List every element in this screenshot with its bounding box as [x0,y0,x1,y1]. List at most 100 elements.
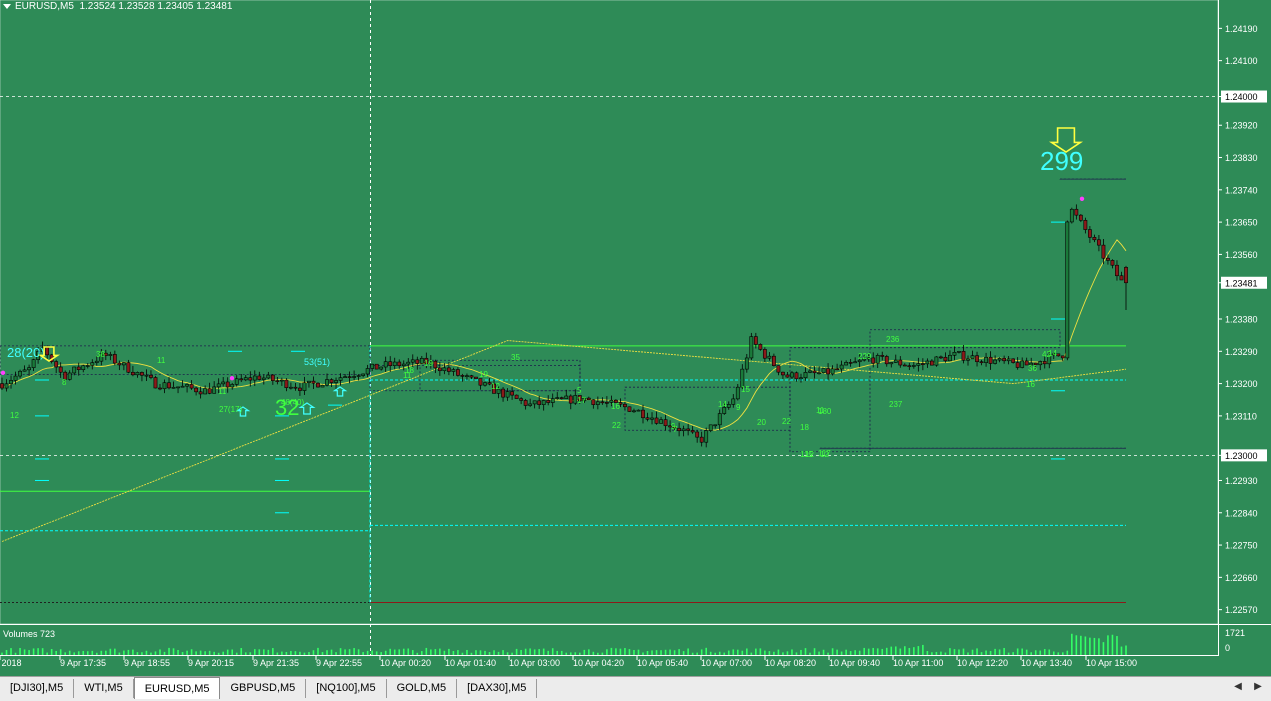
candle-body [1016,363,1019,368]
time-tick-label: 10 Apr 12:20 [957,658,1008,668]
candle-body [849,362,852,363]
candle-body [321,385,324,387]
candle-body [443,368,446,371]
candle-body [334,380,337,382]
signal-dot [230,376,234,380]
candle-body [389,362,392,366]
candle-body [366,369,369,374]
candle-body [384,362,387,367]
candle-body [804,372,807,377]
trading-terminal: 2993228(20)53(51)38118121127(17)48(40)19… [0,0,1271,700]
candle-body [682,429,685,431]
candle-body [795,373,798,379]
candle-body [154,378,157,388]
candle-body [510,392,513,395]
candle-body [271,375,274,381]
price-tick-label: 1.23650 [1225,218,1258,228]
candle-body [565,396,568,399]
candle-body [32,360,35,368]
candle-body [1039,361,1042,364]
candle-body [307,381,310,383]
candle-body [687,429,690,431]
tab-eurusd-m5[interactable]: EURUSD,M5 [134,677,221,699]
candle-body [149,375,152,377]
candle-body [678,428,681,430]
swing-count-label: 237 [889,400,903,409]
candle-body [705,431,708,443]
price-tick-label: 1.23290 [1225,347,1258,357]
time-tick-label: 10 Apr 01:40 [445,658,496,668]
candle-body [343,377,346,378]
candle-body [1070,209,1073,222]
candle-body [1084,220,1087,229]
swing-count-label: 7 [673,425,678,434]
swing-count-label: 38 [96,350,105,359]
tab-gbpusd-m5[interactable]: GBPUSD,M5 [220,679,306,698]
candle-body [0,384,3,388]
tab-dji30-m5[interactable]: [DJI30],M5 [0,679,74,698]
candle-body [876,355,879,363]
candle-body [754,337,757,345]
candle-body [73,367,76,373]
time-tick-label: 9 Apr 17:35 [60,658,106,668]
candle-body [420,358,423,363]
candle-body [1007,359,1010,361]
swing-count-label: 11 [157,356,166,365]
price-tick-label: 1.23380 [1225,315,1258,325]
swing-count-label: 229 [858,352,872,361]
price-tick-label: 1.23740 [1225,185,1258,195]
candle-body [971,356,974,359]
tab-gold-m5[interactable]: GOLD,M5 [387,679,458,698]
candle-body [267,375,270,378]
candle-body [817,373,820,374]
tab-nq100-m5[interactable]: [NQ100],M5 [306,679,386,698]
price-tick-label: 1.22570 [1225,605,1258,615]
candle-body [1111,260,1114,265]
time-tick-label: 10 Apr 11:00 [893,658,943,668]
count-label-small: 28(20) [7,345,45,360]
candle-body [894,360,897,362]
candle-body [1106,258,1109,260]
candle-body [461,375,464,376]
candle-body [813,371,816,373]
candle-body [596,402,599,405]
swing-count-label: 8 [62,378,67,387]
tab-dax30-m5[interactable]: [DAX30],M5 [457,679,537,698]
candle-body [1012,359,1015,363]
candle-body [1079,215,1082,220]
dropdown-triangle-icon[interactable] [3,4,11,9]
swing-count-label: 14 [1048,349,1057,358]
candle-body [957,351,960,352]
swing-count-label: 18 [405,366,414,375]
price-chart[interactable]: 2993228(20)53(51)38118121127(17)48(40)19… [0,0,1271,676]
candle-body [172,387,175,388]
tabs-prev-icon[interactable]: ◀ [1231,681,1245,692]
price-tick-label: 1.24190 [1225,24,1258,34]
candle-body [917,364,920,366]
candle-body [930,361,933,365]
candle-body [980,362,983,363]
tab-wti-m5[interactable]: WTI,M5 [74,679,134,698]
candle-body [393,362,396,366]
candle-body [23,370,26,371]
candle-body [1003,358,1006,360]
candle-body [587,398,590,400]
candle-body [664,420,667,426]
candle-body [140,372,143,375]
candle-body [529,404,532,406]
candle-body [601,402,604,403]
candle-body [371,364,374,368]
volume-label: Volumes 723 [3,629,55,639]
candle-body [163,383,166,389]
candle-body [1021,361,1024,368]
candle-body [86,365,89,366]
swing-count-label: 9 [736,403,741,412]
candle-body [691,430,694,432]
signal-dot [1080,197,1084,201]
candle-body [5,384,8,388]
candle-body [176,387,179,388]
candle-body [438,368,441,371]
candle-body [714,425,717,426]
tabs-next-icon[interactable]: ▶ [1251,681,1265,692]
price-tick-label: 1.22840 [1225,508,1258,518]
